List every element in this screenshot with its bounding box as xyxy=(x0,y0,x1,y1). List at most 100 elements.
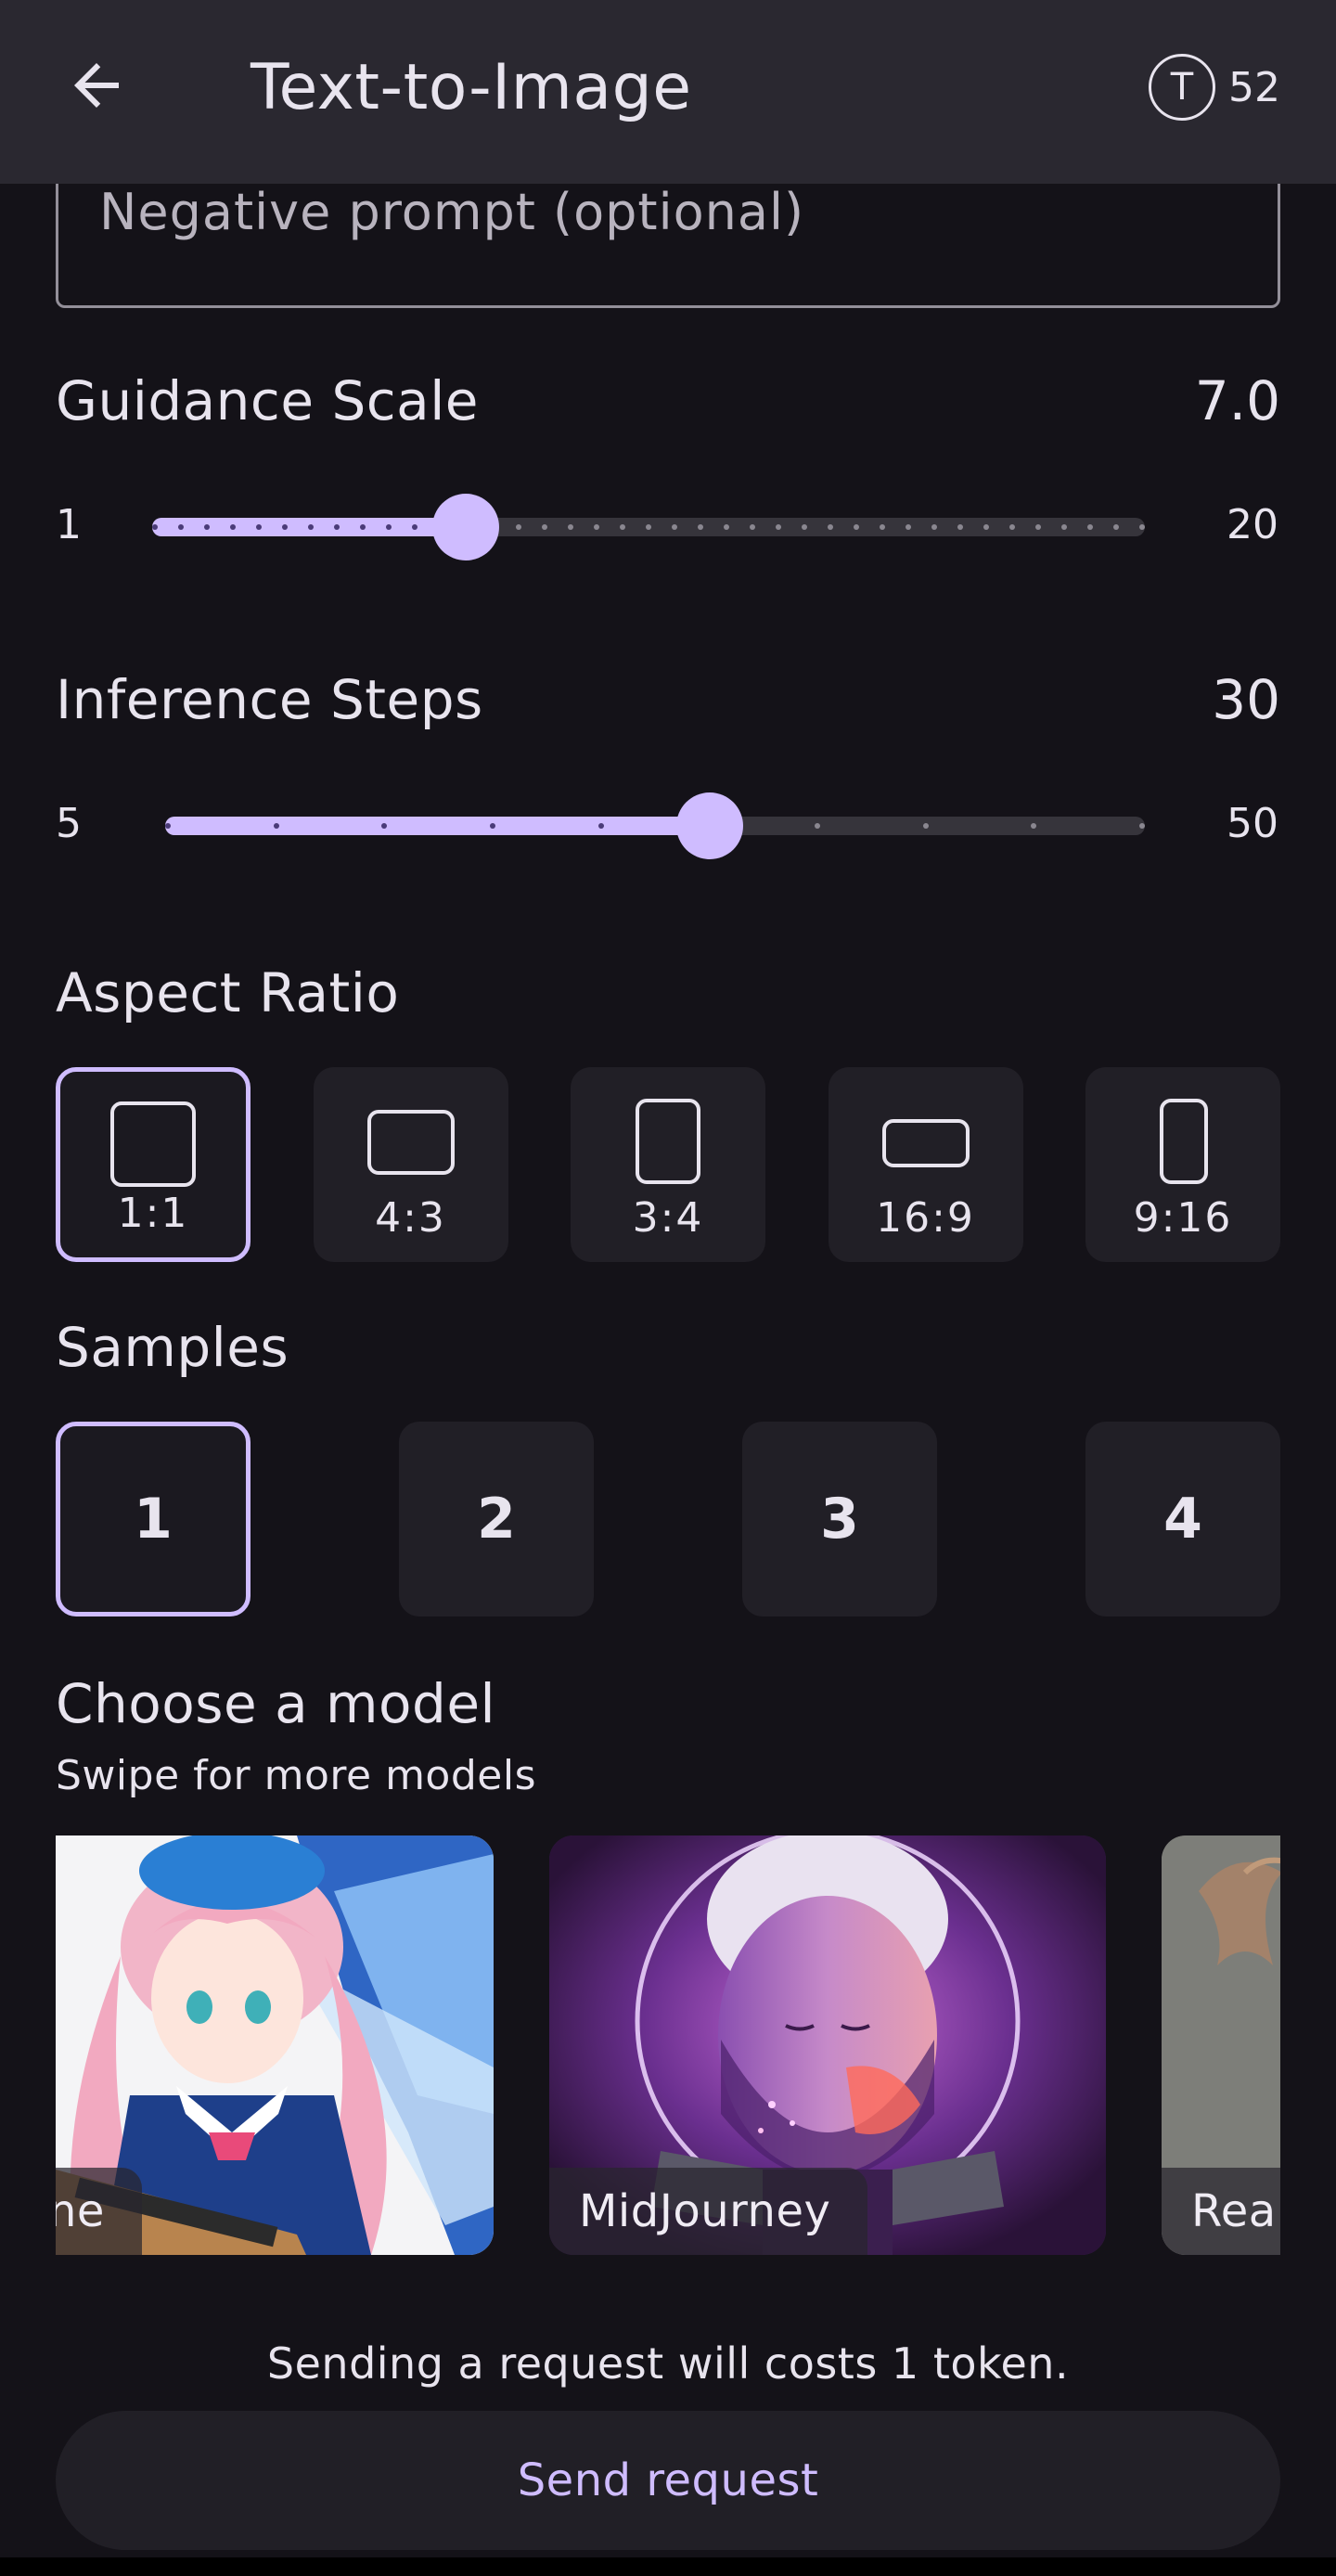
model-card-midjourney[interactable]: MidJourney xyxy=(549,1835,1106,2255)
samples-option-2[interactable]: 2 xyxy=(399,1422,594,1616)
inference-steps-tick xyxy=(490,823,495,829)
samples-options: 1 2 3 4 xyxy=(56,1422,1280,1616)
guidance-scale-thumb[interactable] xyxy=(432,494,499,560)
guidance-scale-value: 7.0 xyxy=(1194,369,1280,432)
square-ratio-icon xyxy=(110,1101,196,1187)
guidance-scale-min: 1 xyxy=(56,501,82,548)
guidance-scale-tick xyxy=(931,524,937,530)
choose-model-subtitle: Swipe for more models xyxy=(56,1752,537,1799)
landscape-ratio-icon xyxy=(366,1110,455,1175)
model-carousel[interactable]: ne MidJourney Real xyxy=(56,1835,1280,2255)
guidance-scale-tick xyxy=(1139,524,1145,530)
guidance-scale-max: 20 xyxy=(1227,501,1278,548)
page-title: Text-to-Image xyxy=(250,51,692,124)
inference-steps-thumb[interactable] xyxy=(676,792,743,859)
guidance-scale-tick xyxy=(282,524,288,530)
inference-steps-tick xyxy=(274,823,279,829)
guidance-scale-tick xyxy=(672,524,677,530)
arrow-back-icon xyxy=(74,63,119,108)
model-name-midjourney: MidJourney xyxy=(549,2168,868,2255)
samples-option-3[interactable]: 3 xyxy=(742,1422,937,1616)
guidance-scale-tick xyxy=(983,524,989,530)
aspect-ratio-1-1[interactable]: 1:1 xyxy=(56,1067,250,1262)
aspect-ratio-label-4-3: 4:3 xyxy=(375,1194,446,1242)
guidance-scale-tick xyxy=(1035,524,1041,530)
guidance-scale-tick xyxy=(256,524,262,530)
inference-steps-tick xyxy=(381,823,387,829)
guidance-scale-tick xyxy=(750,524,755,530)
guidance-scale-tick xyxy=(1061,524,1067,530)
guidance-scale-tick xyxy=(646,524,651,530)
aspect-ratio-label-3-4: 3:4 xyxy=(632,1194,704,1242)
guidance-scale-tick xyxy=(386,524,392,530)
guidance-scale-tick xyxy=(568,524,573,530)
token-icon: T xyxy=(1149,54,1215,121)
guidance-scale-label: Guidance Scale xyxy=(56,369,479,432)
model-name-anime: ne xyxy=(56,2168,142,2255)
text-to-image-screen: Text-to-Image T 52 Negative prompt (opti… xyxy=(0,0,1336,2557)
inference-steps-label: Inference Steps xyxy=(56,668,483,731)
model-card-realistic[interactable]: Real xyxy=(1162,1835,1280,2255)
guidance-scale-tick xyxy=(334,524,340,530)
guidance-scale-tick xyxy=(957,524,963,530)
guidance-scale-tick xyxy=(230,524,236,530)
guidance-scale-header: Guidance Scale 7.0 xyxy=(56,364,1280,438)
inference-steps-fill xyxy=(165,817,710,835)
token-balance[interactable]: T 52 xyxy=(1149,52,1280,122)
model-card-anime[interactable]: ne xyxy=(56,1835,494,2255)
samples-option-4[interactable]: 4 xyxy=(1086,1422,1280,1616)
guidance-scale-tick xyxy=(1087,524,1093,530)
tall-ratio-icon xyxy=(1160,1099,1208,1184)
samples-option-1[interactable]: 1 xyxy=(56,1422,250,1616)
inference-steps-tick xyxy=(165,823,171,829)
inference-steps-slider-row: 5 50 xyxy=(0,785,1336,859)
guidance-scale-tick xyxy=(594,524,599,530)
guidance-scale-tick xyxy=(802,524,807,530)
inference-steps-min: 5 xyxy=(56,800,82,847)
choose-model-label: Choose a model xyxy=(56,1672,496,1735)
aspect-ratio-9-16[interactable]: 9:16 xyxy=(1086,1067,1280,1262)
guidance-scale-tick xyxy=(880,524,885,530)
negative-prompt-placeholder: Negative prompt (optional) xyxy=(99,183,805,241)
aspect-ratio-label-1-1: 1:1 xyxy=(117,1190,189,1237)
guidance-scale-tick xyxy=(776,524,781,530)
guidance-scale-slider[interactable] xyxy=(152,494,1145,560)
token-count: 52 xyxy=(1228,63,1280,111)
samples-label: Samples xyxy=(56,1316,289,1379)
guidance-scale-tick xyxy=(542,524,547,530)
guidance-scale-tick xyxy=(412,524,418,530)
model-name-realistic: Real xyxy=(1162,2168,1280,2255)
inference-steps-max: 50 xyxy=(1227,800,1278,847)
aspect-ratio-label: Aspect Ratio xyxy=(56,961,400,1024)
guidance-scale-tick xyxy=(724,524,729,530)
aspect-ratio-label-16-9: 16:9 xyxy=(876,1194,975,1242)
guidance-scale-tick xyxy=(152,524,158,530)
guidance-scale-tick xyxy=(854,524,859,530)
aspect-ratio-label-9-16: 9:16 xyxy=(1133,1194,1233,1242)
inference-steps-tick xyxy=(598,823,604,829)
guidance-scale-tick xyxy=(906,524,911,530)
inference-steps-slider[interactable] xyxy=(165,792,1145,859)
aspect-ratio-4-3[interactable]: 4:3 xyxy=(313,1067,508,1262)
guidance-scale-tick xyxy=(828,524,833,530)
guidance-scale-tick xyxy=(360,524,366,530)
inference-steps-value: 30 xyxy=(1212,668,1280,731)
guidance-scale-tick xyxy=(516,524,521,530)
aspect-ratio-16-9[interactable]: 16:9 xyxy=(828,1067,1023,1262)
aspect-ratio-options: 1:1 4:3 3:4 16:9 9:16 xyxy=(56,1067,1280,1262)
back-button[interactable] xyxy=(52,41,141,130)
inference-steps-tick xyxy=(815,823,820,829)
portrait-ratio-icon xyxy=(636,1099,700,1184)
guidance-scale-slider-row: 1 20 xyxy=(0,486,1336,560)
guidance-scale-tick xyxy=(178,524,184,530)
inference-steps-tick xyxy=(1031,823,1036,829)
inference-steps-tick xyxy=(1139,823,1145,829)
inference-steps-tick xyxy=(923,823,929,829)
guidance-scale-tick xyxy=(620,524,625,530)
guidance-scale-tick xyxy=(698,524,703,530)
inference-steps-header: Inference Steps 30 xyxy=(56,663,1280,737)
aspect-ratio-3-4[interactable]: 3:4 xyxy=(571,1067,765,1262)
token-cost-note: Sending a request will costs 1 token. xyxy=(266,2338,1070,2389)
guidance-scale-tick xyxy=(1009,524,1015,530)
send-request-button[interactable]: Send request xyxy=(56,2411,1280,2550)
